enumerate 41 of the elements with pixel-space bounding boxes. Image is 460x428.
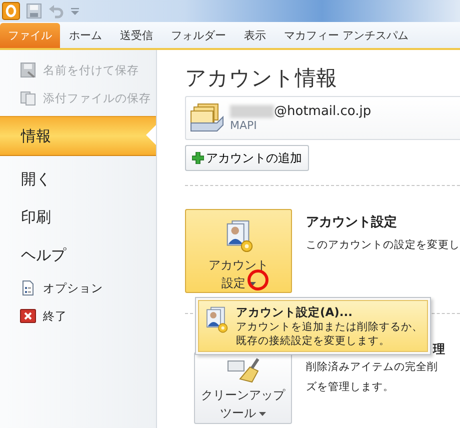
section-description: ズを管理します。 (306, 380, 395, 395)
redacted-block (230, 105, 274, 118)
cleanup-tools-button[interactable]: クリーンアップツール (194, 352, 292, 424)
menu-item-description: アカウントを追加または削除するか、 (236, 320, 423, 334)
sidebar-tab[interactable]: 印刷 (0, 198, 156, 236)
section-description: 削除済みアイテムの完全削 (306, 360, 439, 375)
document-icon (20, 280, 36, 296)
sidebar-tab[interactable]: 情報 (0, 116, 156, 156)
sidebar-item[interactable]: 終了 (0, 302, 156, 330)
undo-icon[interactable] (48, 3, 64, 19)
account-settings-button[interactable]: アカウント設定 (185, 209, 292, 293)
account-type: MAPI (230, 119, 258, 132)
app-icon[interactable] (2, 2, 20, 20)
menu-item-title: アカウント設定(A)... (236, 304, 354, 320)
add-account-button[interactable]: アカウントの追加 (185, 145, 309, 171)
sidebar-item[interactable]: オプション (0, 274, 156, 302)
ribbon-tab[interactable]: ホーム (60, 23, 111, 48)
ribbon-tab[interactable]: マカフィー アンチスパム (275, 23, 418, 48)
section-description: このアカウントの設定を変更し (306, 238, 460, 253)
section-title: アカウント設定 (306, 214, 398, 231)
selection-notch-icon (146, 125, 156, 145)
caret-icon (248, 282, 256, 286)
save-icon[interactable] (26, 3, 42, 19)
ribbon-tab[interactable]: 表示 (235, 23, 275, 48)
highlight-circle (247, 269, 269, 291)
account-card[interactable]: @hotmail.co.jp MAPI (185, 96, 460, 140)
section-title: 理 (433, 341, 445, 357)
email-address: @hotmail.co.jp (274, 104, 372, 119)
close-icon (20, 308, 36, 324)
plus-icon (192, 152, 204, 164)
sidebar-tab[interactable]: ヘルプ (0, 236, 156, 274)
broom-icon (226, 357, 260, 383)
sidebar-tab[interactable]: 開く (0, 160, 156, 198)
mailbox-icon (190, 103, 224, 133)
ribbon-tab[interactable]: 送受信 (111, 23, 162, 48)
caret-icon (259, 412, 266, 416)
menu-item[interactable]: アカウント設定(A)... アカウントを追加または削除するか、 既存の接続設定を変更します。 (198, 300, 428, 352)
page-title: アカウント情報 (185, 65, 338, 92)
documents-icon (20, 90, 36, 106)
menu-item-description: 既存の接続設定を変更します。 (236, 334, 391, 348)
ribbon-tab[interactable]: フォルダー (162, 23, 235, 48)
